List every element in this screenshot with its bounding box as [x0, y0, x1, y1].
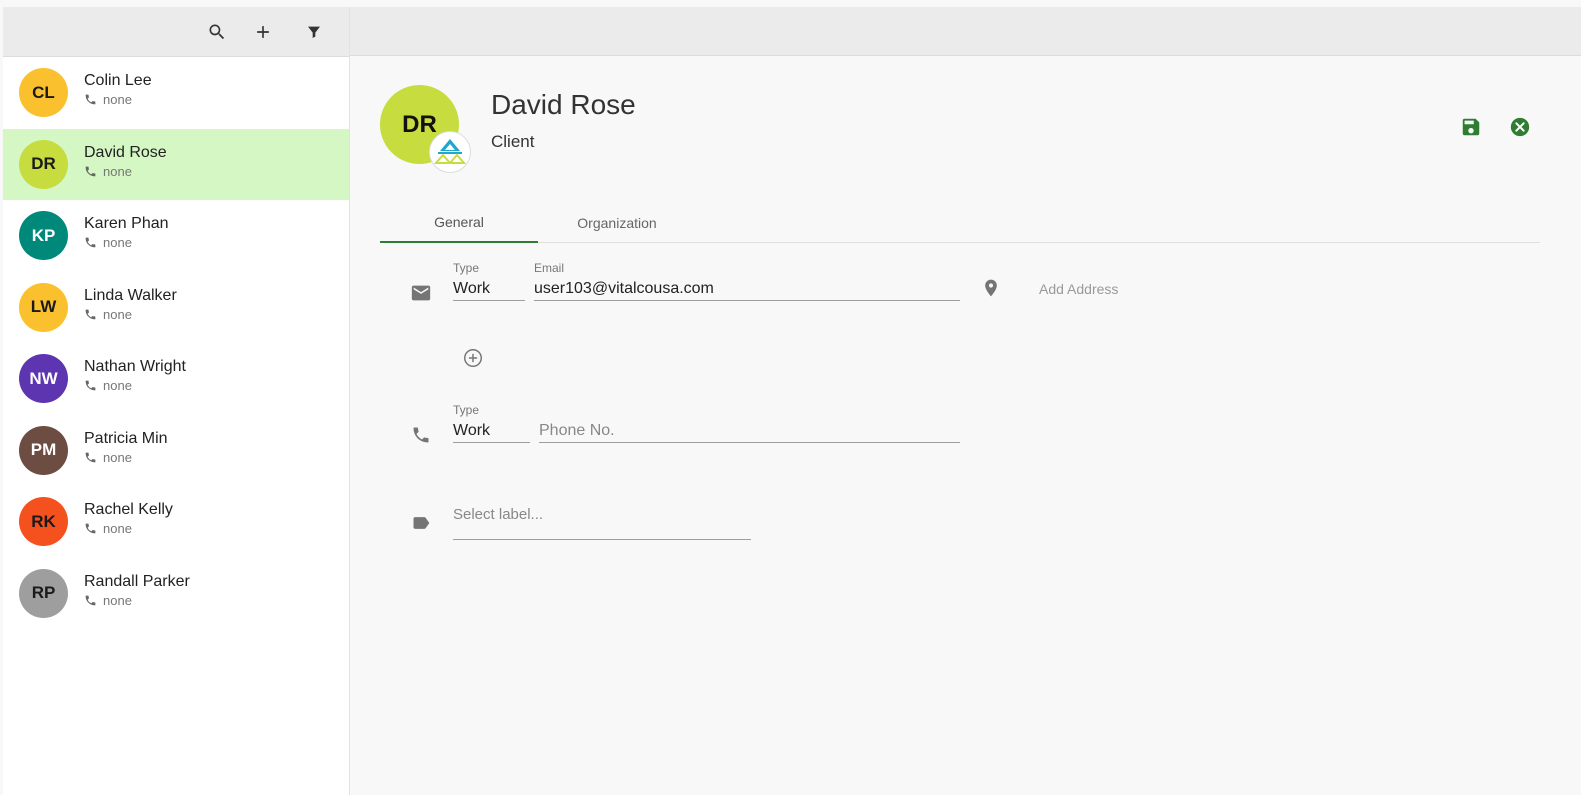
contact-name-heading: David Rose	[491, 89, 636, 120]
phone-icon	[85, 166, 96, 176]
phone-icon	[85, 237, 96, 248]
email-field[interactable]: Email user103@vitalcousa.com	[534, 261, 960, 301]
email-label: Email	[534, 261, 565, 275]
contact-phone: none	[84, 164, 167, 179]
label-icon	[409, 511, 433, 535]
contact-phone-value: none	[103, 163, 132, 179]
save-icon[interactable]	[1459, 115, 1483, 139]
avatar: RP	[19, 568, 68, 618]
contact-info: Karen Phan none	[84, 214, 169, 250]
contact-role: Client	[491, 132, 535, 151]
tab-general[interactable]: General	[380, 202, 538, 243]
contact-phone-value: none	[103, 92, 132, 107]
contact-list-item[interactable]: DR David Rose none	[3, 128, 349, 200]
phone-type-label: Type	[453, 403, 480, 417]
phone-type-field[interactable]: Type Work	[453, 403, 530, 443]
add-address-button[interactable]: Add Address	[1039, 281, 1118, 297]
contact-name: David Rose	[84, 143, 167, 161]
contact-phone: none	[84, 593, 190, 608]
contact-phone-value: none	[103, 235, 132, 250]
phone-icon	[409, 423, 433, 447]
contact-phone: none	[84, 235, 169, 250]
email-type-field[interactable]: Type Work	[453, 261, 525, 301]
contact-list: CL Colin Lee none DR David Rose none KP Karen P…	[3, 57, 349, 629]
contact-info: David Rose none	[84, 143, 167, 179]
phone-icon	[85, 452, 96, 462]
email-type-value[interactable]: Work	[453, 276, 525, 301]
avatar: CL	[19, 68, 68, 118]
contact-name: Nathan Wright	[84, 358, 186, 375]
contact-phone: none	[84, 92, 152, 107]
contact-phone: none	[84, 521, 173, 536]
contact-info: Linda Walker none	[84, 286, 177, 322]
contact-list-item[interactable]: LW Linda Walker none	[3, 272, 349, 344]
contact-name: Linda Walker	[84, 286, 177, 304]
contact-phone-value: none	[103, 521, 132, 536]
label-select-value[interactable]: Select label...	[453, 502, 751, 540]
contact-info: Rachel Kelly none	[84, 500, 173, 536]
contact-name: Patricia Min	[84, 429, 168, 447]
contact-phone: none	[84, 378, 186, 393]
contact-info: Colin Lee none	[84, 71, 152, 107]
contact-info: Patricia Min none	[84, 429, 168, 465]
avatar: KP	[19, 211, 68, 261]
contacts-app: CL Colin Lee none DR David Rose none KP Karen P…	[0, 0, 1581, 795]
contact-phone: none	[84, 450, 168, 465]
email-icon	[409, 281, 433, 305]
add-circle-icon[interactable]	[461, 346, 485, 370]
contact-info: Randall Parker none	[84, 572, 190, 608]
contact-list-item[interactable]: RP Randall Parker none	[3, 558, 349, 630]
avatar: NW	[19, 354, 68, 404]
contact-phone-value: none	[103, 306, 132, 322]
contact-list-item[interactable]: PM Patricia Min none	[3, 415, 349, 487]
contact-detail: DR David Rose Client General Organizatio…	[350, 56, 1581, 795]
phone-type-value[interactable]: Work	[453, 418, 530, 443]
contact-list-item[interactable]: CL Colin Lee none	[3, 57, 349, 129]
contact-sidebar: CL Colin Lee none DR David Rose none KP Karen P…	[3, 7, 350, 795]
label-select[interactable]: Select label...	[453, 502, 751, 540]
avatar: PM	[19, 425, 68, 475]
contact-phone: none	[84, 307, 177, 322]
close-icon[interactable]	[1508, 115, 1532, 139]
phone-icon	[85, 523, 96, 534]
contact-name: Colin Lee	[84, 72, 152, 89]
contact-phone-value: none	[103, 449, 132, 465]
avatar: DR	[19, 139, 68, 189]
main-topbar	[350, 7, 1581, 56]
phone-number-input[interactable]	[539, 422, 960, 440]
phone-field[interactable]	[539, 403, 960, 443]
add-icon[interactable]	[251, 20, 275, 44]
email-value[interactable]: user103@vitalcousa.com	[534, 276, 960, 301]
contact-list-item[interactable]: NW Nathan Wright none	[3, 343, 349, 415]
contact-name: Randall Parker	[84, 572, 190, 590]
location-icon	[979, 276, 1003, 300]
contact-name: Rachel Kelly	[84, 501, 173, 518]
avatar: LW	[19, 282, 68, 332]
phone-icon	[85, 380, 96, 391]
detail-tabs: General Organization	[380, 202, 1540, 243]
phone-icon	[85, 595, 96, 605]
email-type-label: Type	[453, 261, 480, 275]
sidebar-toolbar	[3, 7, 349, 57]
phone-icon	[85, 309, 96, 319]
contact-list-item[interactable]: RK Rachel Kelly none	[3, 486, 349, 558]
phone-icon	[85, 94, 96, 105]
tab-organization[interactable]: Organization	[538, 202, 696, 243]
search-icon[interactable]	[205, 20, 229, 44]
avatar: RK	[19, 497, 68, 547]
contact-name: Karen Phan	[84, 215, 169, 232]
contact-phone-value: none	[103, 592, 132, 608]
contact-info: Nathan Wright none	[84, 357, 186, 393]
contact-phone-value: none	[103, 378, 132, 393]
org-logo-icon[interactable]	[429, 131, 471, 173]
contact-list-item[interactable]: KP Karen Phan none	[3, 200, 349, 272]
filter-icon[interactable]	[302, 20, 326, 44]
